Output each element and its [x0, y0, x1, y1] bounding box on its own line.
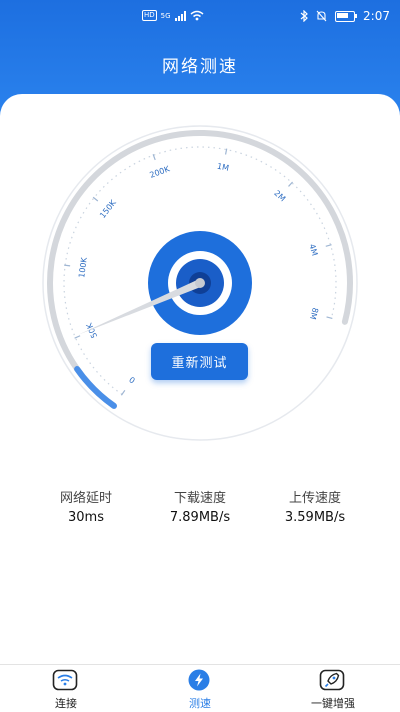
gauge-tick — [120, 389, 126, 396]
gauge-tick-label: 2M — [272, 189, 287, 204]
gauge-tick-label: 150K — [98, 198, 118, 220]
gauge-tick-label: 200K — [148, 164, 171, 180]
tab-label: 测速 — [189, 697, 211, 710]
gauge-tick — [92, 196, 99, 202]
stat-download: 下载速度 7.89MB/s — [145, 487, 255, 525]
lightning-icon — [188, 669, 210, 691]
gauge-tick — [74, 335, 81, 339]
rocket-icon — [319, 669, 345, 691]
stat-value: 7.89MB/s — [169, 510, 231, 525]
stat-label: 上传速度 — [288, 491, 341, 506]
tab-connect[interactable]: 连接 — [26, 665, 106, 712]
stat-value: 3.59MB/s — [284, 510, 346, 525]
tab-label: 一键增强 — [311, 697, 355, 710]
wifi-icon — [52, 669, 78, 691]
gauge-tick-label: 8M — [308, 307, 320, 321]
gauge-needle-hub — [195, 278, 205, 288]
gauge-tick-label: 0 — [128, 375, 137, 385]
gauge-tick-label: 4M — [307, 243, 319, 257]
gauge-tick-label: 100K — [77, 256, 89, 278]
gauge-tick — [288, 181, 293, 187]
gauge-tick — [325, 244, 332, 247]
gauge-tick-label: 1M — [216, 162, 230, 173]
tab-speedtest[interactable]: 测速 — [160, 665, 240, 712]
gauge-tick — [64, 264, 71, 267]
stat-value: 30ms — [68, 510, 104, 525]
retest-button[interactable]: 重新测试 — [151, 343, 248, 380]
tab-label: 连接 — [55, 697, 77, 710]
stat-upload: 上传速度 3.59MB/s — [260, 487, 370, 525]
bottom-tab-bar: 连接 测速 一键增强 — [0, 664, 400, 712]
gauge-tick-label: 50K — [84, 321, 99, 339]
stat-latency: 网络延时 30ms — [31, 487, 141, 525]
gauge-tick — [326, 316, 333, 320]
stat-label: 网络延时 — [59, 491, 112, 506]
tab-boost[interactable]: 一键增强 — [293, 665, 373, 712]
stat-label: 下载速度 — [173, 491, 226, 506]
